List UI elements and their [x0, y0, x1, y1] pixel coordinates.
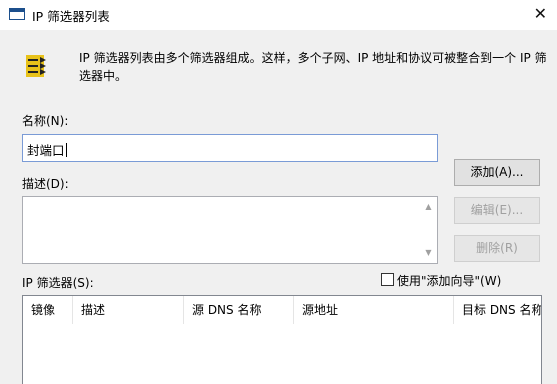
description-scrollbar[interactable]: ▲ ▼ — [420, 197, 437, 263]
name-label: 名称(N): — [22, 114, 69, 128]
window-title: IP 筛选器列表 — [32, 9, 110, 24]
use-wizard-checkbox[interactable] — [381, 273, 394, 286]
column-header-source-dns[interactable]: 源 DNS 名称 — [184, 296, 294, 324]
column-header-mirror[interactable]: 镜像 — [23, 296, 73, 324]
description-label: 描述(D): — [22, 177, 69, 191]
table-header: 镜像 描述 源 DNS 名称 源地址 目标 DNS 名称 — [23, 296, 541, 324]
description-textarea[interactable]: ▲ ▼ — [22, 196, 438, 264]
column-header-destination-dns[interactable]: 目标 DNS 名称 — [454, 296, 541, 324]
add-button[interactable]: 添加(A)... — [454, 159, 540, 186]
title-bar: IP 筛选器列表 ✕ — [0, 0, 557, 30]
scroll-down-icon[interactable]: ▼ — [424, 248, 433, 258]
close-button[interactable]: ✕ — [534, 5, 547, 23]
window-icon — [9, 8, 25, 20]
ip-filters-table[interactable]: 镜像 描述 源 DNS 名称 源地址 目标 DNS 名称 — [22, 295, 542, 384]
dialog-description: IP 筛选器列表由多个筛选器组成。这样，多个子网、IP 地址和协议可被整合到一个… — [79, 51, 547, 83]
name-value: 封端口 — [27, 143, 65, 158]
use-wizard-label: 使用"添加向导"(W) — [397, 274, 502, 288]
edit-button[interactable]: 编辑(E)... — [454, 197, 540, 224]
text-caret — [65, 143, 67, 157]
filter-list-icon — [26, 55, 46, 77]
scroll-up-icon[interactable]: ▲ — [424, 202, 433, 212]
name-input[interactable]: 封端口 — [22, 134, 438, 162]
column-header-source-address[interactable]: 源地址 — [294, 296, 454, 324]
delete-button[interactable]: 删除(R) — [454, 235, 540, 262]
column-header-description[interactable]: 描述 — [73, 296, 184, 324]
ip-filters-label: IP 筛选器(S): — [22, 276, 94, 290]
